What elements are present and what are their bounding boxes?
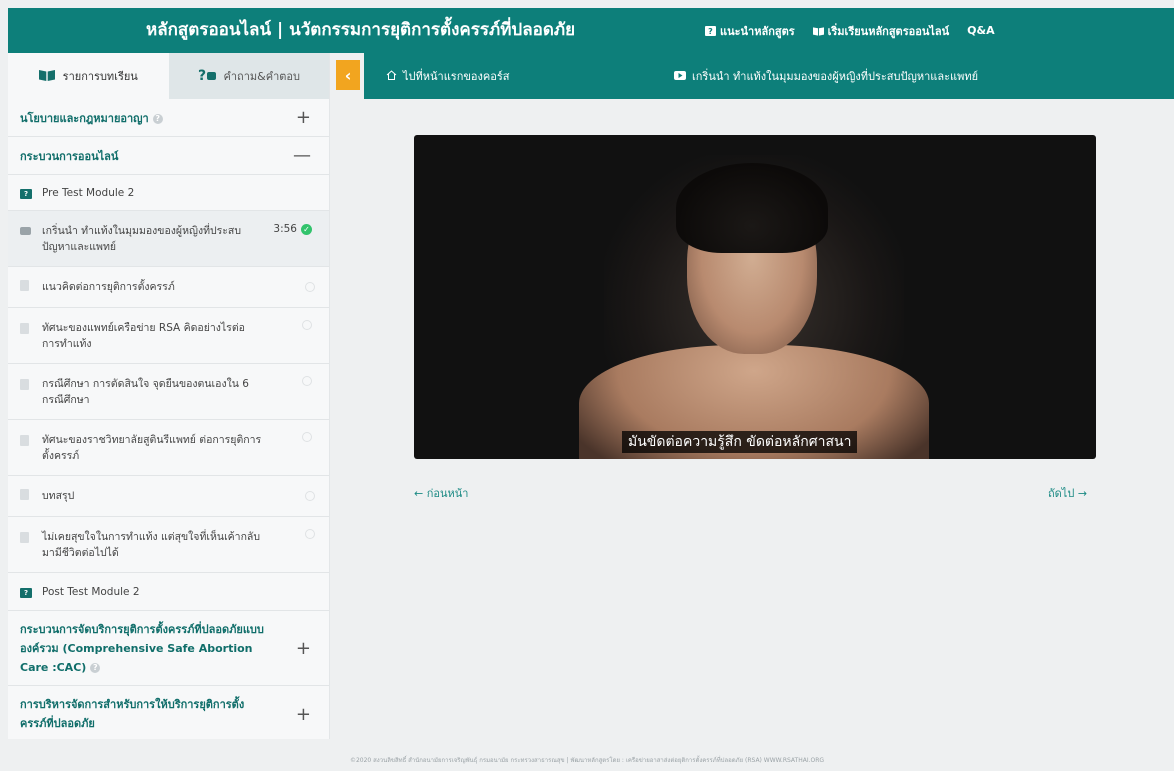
nav-start-course[interactable]: เริ่มเรียนหลักสูตรออนไลน์ <box>812 22 950 40</box>
status-circle-icon <box>305 282 315 292</box>
status-circle-icon <box>305 529 315 539</box>
tab-lesson-list-label: รายการบทเรียน <box>62 70 138 83</box>
section-policy-law[interactable]: นโยบายและกฎหมายอาญา? + <box>8 99 329 137</box>
section-title: การบริหารจัดการสำหรับการให้บริการยุติการ… <box>20 698 245 730</box>
document-icon <box>20 280 32 294</box>
expand-icon[interactable]: + <box>296 107 311 128</box>
lesson-meta: 3:56 ✓ <box>262 223 312 235</box>
video-icon <box>20 223 32 238</box>
lesson-label: เกริ่นนำ ทำแท้งในมุมมองของผู้หญิงที่ประส… <box>42 225 242 253</box>
lesson-status <box>265 491 315 501</box>
footer-copyright: ©2020 สงวนลิขสิทธิ์ สำนักอนามัยการเจริญพ… <box>349 757 825 764</box>
lesson-case-study[interactable]: กรณีศึกษา การตัดสินใจ จุดยืนของตนเองใน 6… <box>8 364 329 420</box>
lesson-label: แนวคิดต่อการยุติการตั้งครรภ์ <box>42 281 175 293</box>
question-icon: ? <box>198 68 216 85</box>
course-home-link[interactable]: ไปที่หน้าแรกของคอร์ส <box>386 53 509 99</box>
document-icon <box>20 320 32 337</box>
quiz-icon: ? <box>20 586 32 598</box>
nav-start-course-label: เริ่มเรียนหลักสูตรออนไลน์ <box>827 24 950 38</box>
chevron-left-icon: ‹ <box>344 65 352 85</box>
next-link[interactable]: ถัดไป → <box>1048 484 1087 502</box>
video-player[interactable]: มันขัดต่อความรู้สึก ขัดต่อหลักศาสนา <box>414 135 1096 459</box>
status-circle-icon <box>305 491 315 501</box>
lesson-status <box>265 529 315 539</box>
lesson-status <box>262 320 312 330</box>
home-icon <box>386 69 397 83</box>
site-title: หลักสูตรออนไลน์ | นวัตกรรมการยุติการตั้ง… <box>146 20 576 40</box>
document-icon <box>20 432 32 449</box>
help-icon: ? <box>90 662 101 673</box>
expand-icon[interactable]: + <box>296 705 311 724</box>
previous-link[interactable]: ← ก่อนหน้า <box>414 484 468 502</box>
lesson-status <box>262 376 312 386</box>
nav-course-intro-label: แนะนำหลักสูตร <box>720 24 795 38</box>
lesson-label: ไม่เคยสุขใจในการทำแท้ง แต่สุขใจที่เห็นเค… <box>42 531 261 559</box>
sidebar-tabs: รายการบทเรียน ? คำถาม&คำตอบ <box>8 53 329 99</box>
course-home-label: ไปที่หน้าแรกของคอร์ส <box>403 70 510 83</box>
status-circle-icon <box>302 376 312 386</box>
lesson-summary[interactable]: บทสรุป <box>8 476 329 517</box>
svg-text:?: ? <box>708 27 713 36</box>
lesson-rsa-doctors[interactable]: ทัศนะของแพทย์เครือข่าย RSA คิดอย่างไรต่อ… <box>8 308 329 364</box>
help-icon: ? <box>152 113 163 124</box>
video-frame-hair <box>676 163 828 253</box>
nav-course-intro[interactable]: ? แนะนำหลักสูตร <box>705 22 795 40</box>
help-box-icon: ? <box>705 25 716 36</box>
section-title: กระบวนการจัดบริการยุติการตั้งครรภ์ที่ปลอ… <box>20 622 264 674</box>
lesson-concept[interactable]: แนวคิดต่อการยุติการตั้งครรภ์ <box>8 267 329 308</box>
section-title: กระบวนการออนไลน์ <box>20 149 119 163</box>
current-lesson-title: เกริ่นนำ ทำแท้งในมุมมองของผู้หญิงที่ประส… <box>692 70 979 83</box>
lesson-status <box>265 282 315 292</box>
video-subtitle: มันขัดต่อความรู้สึก ขัดต่อหลักศาสนา <box>622 431 858 453</box>
tab-lesson-list[interactable]: รายการบทเรียน <box>8 53 169 99</box>
lesson-subbar: ไปที่หน้าแรกของคอร์ส เกริ่นนำ ทำแท้งในมุ… <box>364 53 1174 99</box>
svg-text:?: ? <box>198 68 206 82</box>
book-icon <box>38 69 55 84</box>
top-header: หลักสูตรออนไลน์ | นวัตกรรมการยุติการตั้ง… <box>8 8 1174 53</box>
lesson-label: ทัศนะของราชวิทยาลัยสูตินรีแพทย์ ต่อการยุ… <box>42 434 262 462</box>
nav-qa[interactable]: Q&A <box>967 24 994 37</box>
document-icon <box>20 529 32 546</box>
book-icon <box>812 26 824 36</box>
document-icon <box>20 376 32 393</box>
lesson-intro-video[interactable]: เกริ่นนำ ทำแท้งในมุมมองของผู้หญิงที่ประส… <box>8 211 329 267</box>
lesson-label: กรณีศึกษา การตัดสินใจ จุดยืนของตนเองใน 6… <box>42 378 249 406</box>
lesson-label: บทสรุป <box>42 490 75 502</box>
top-nav: ? แนะนำหลักสูตร เริ่มเรียนหลักสูตรออนไลน… <box>705 8 995 53</box>
lesson-post-test[interactable]: ? Post Test Module 2 <box>8 573 329 611</box>
lesson-label: Post Test Module 2 <box>42 585 140 598</box>
tab-questions-answers-label: คำถาม&คำตอบ <box>223 70 300 83</box>
section-management[interactable]: การบริหารจัดการสำหรับการให้บริการยุติการ… <box>8 686 329 739</box>
status-circle-icon <box>302 320 312 330</box>
lesson-rtcog[interactable]: ทัศนะของราชวิทยาลัยสูตินรีแพทย์ ต่อการยุ… <box>8 420 329 476</box>
section-cac[interactable]: กระบวนการจัดบริการยุติการตั้งครรภ์ที่ปลอ… <box>8 611 329 686</box>
lesson-sidebar: รายการบทเรียน ? คำถาม&คำตอบ นโยบายและกฎห… <box>8 53 330 739</box>
check-icon: ✓ <box>301 223 312 235</box>
nav-qa-label: Q&A <box>967 24 995 37</box>
lesson-status <box>262 432 312 442</box>
video-icon <box>674 70 686 83</box>
tab-questions-answers[interactable]: ? คำถาม&คำตอบ <box>168 53 329 99</box>
status-circle-icon <box>302 432 312 442</box>
section-title: นโยบายและกฎหมายอาญา? <box>20 109 163 127</box>
section-online-process[interactable]: กระบวนการออนไลน์ — <box>8 137 329 175</box>
lesson-story[interactable]: ไม่เคยสุขใจในการทำแท้ง แต่สุขใจที่เห็นเค… <box>8 517 329 573</box>
lesson-pre-test[interactable]: ? Pre Test Module 2 <box>8 175 329 211</box>
lesson-label: ทัศนะของแพทย์เครือข่าย RSA คิดอย่างไรต่อ… <box>42 322 245 350</box>
collapse-icon[interactable]: — <box>293 145 311 166</box>
document-icon <box>20 489 32 503</box>
quiz-icon: ? <box>20 187 32 199</box>
lesson-label: Pre Test Module 2 <box>42 186 135 199</box>
current-lesson: เกริ่นนำ ทำแท้งในมุมมองของผู้หญิงที่ประส… <box>674 53 978 99</box>
sidebar-collapse-button[interactable]: ‹ <box>336 60 360 90</box>
expand-icon[interactable]: + <box>296 639 311 658</box>
lesson-duration: 3:56 <box>273 223 297 235</box>
